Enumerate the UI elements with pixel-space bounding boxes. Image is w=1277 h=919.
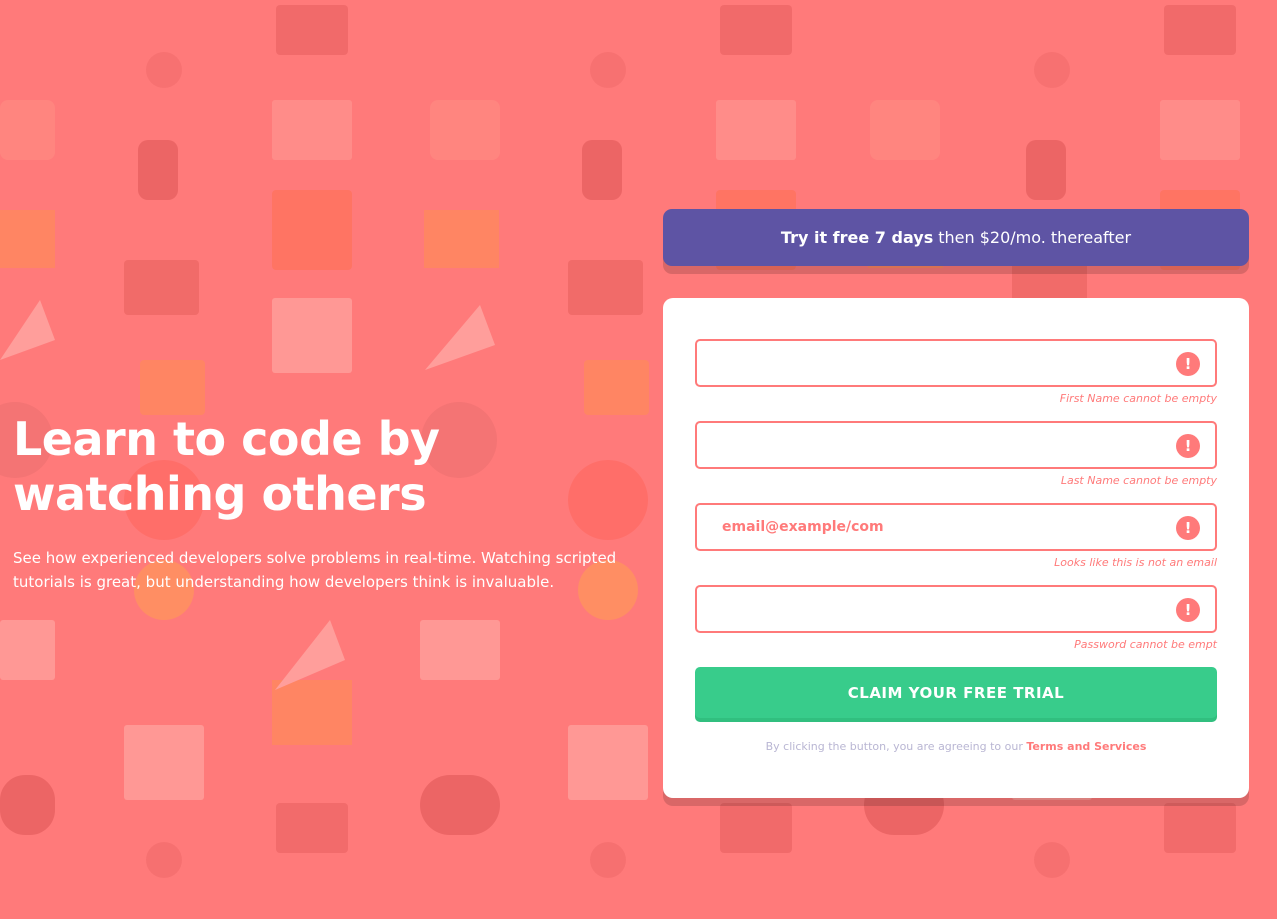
first-name-field: ! First Name cannot be empty (695, 339, 1217, 406)
email-field: ! Looks like this is not an email (695, 503, 1217, 570)
claim-trial-button[interactable]: CLAIM YOUR FREE TRIAL (695, 667, 1217, 718)
password-error: Password cannot be empt (1074, 638, 1217, 651)
password-field: ! Password cannot be empt (695, 585, 1217, 652)
error-icon: ! (1176, 434, 1200, 458)
email-input-box: ! (695, 503, 1217, 551)
error-icon: ! (1176, 516, 1200, 540)
last-name-input-box: ! (695, 421, 1217, 469)
email-error: Looks like this is not an email (1054, 556, 1217, 569)
first-name-input[interactable] (697, 341, 1215, 385)
first-name-input-box: ! (695, 339, 1217, 387)
terms-notice: By clicking the button, you are agreeing… (663, 740, 1249, 753)
first-name-error: First Name cannot be empty (1059, 392, 1217, 405)
password-input-box: ! (695, 585, 1217, 633)
password-input[interactable] (697, 587, 1215, 631)
hero-title-line2: watching others (13, 467, 427, 521)
promo-banner: Try it free 7 days then $20/mo. thereaft… (663, 209, 1249, 266)
last-name-field: ! Last Name cannot be empty (695, 421, 1217, 488)
last-name-error: Last Name cannot be empty (1060, 474, 1217, 487)
last-name-input[interactable] (697, 423, 1215, 467)
terms-prefix: By clicking the button, you are agreeing… (765, 740, 1023, 753)
hero-title: Learn to code by watching others (13, 412, 623, 522)
hero-description: See how experienced developers solve pro… (13, 549, 617, 591)
promo-rest-text: then $20/mo. thereafter (938, 228, 1132, 247)
hero-title-line1: Learn to code by (13, 412, 440, 466)
hero-section: Learn to code by watching others See how… (13, 412, 623, 594)
terms-link[interactable]: Terms and Services (1026, 740, 1146, 753)
promo-strong-text: Try it free 7 days (780, 228, 934, 247)
signup-form: ! First Name cannot be empty ! Last Name… (663, 298, 1249, 798)
error-icon: ! (1176, 352, 1200, 376)
error-icon: ! (1176, 598, 1200, 622)
email-input[interactable] (697, 505, 1215, 549)
